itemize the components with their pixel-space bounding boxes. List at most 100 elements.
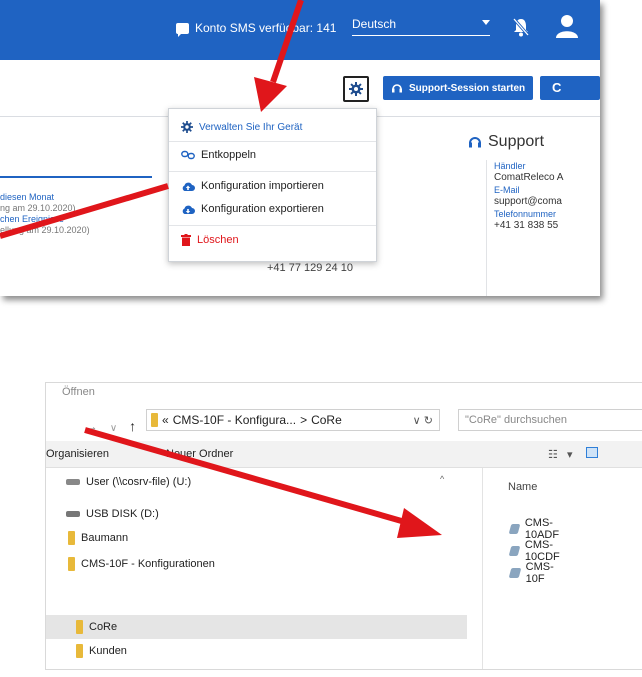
pane-divider[interactable] (482, 468, 483, 669)
top-bar: Konto SMS verfügbar: 141 Deutsch (0, 0, 600, 60)
tree-item-label: Baumann (81, 532, 129, 544)
cloud-upload-icon (182, 182, 195, 191)
headset-icon (392, 84, 402, 93)
user-icon[interactable] (556, 14, 578, 38)
breadcrumb-prefix: « (162, 413, 169, 427)
network-drive-icon (66, 479, 80, 485)
dialog-title: Öffnen (62, 386, 95, 398)
support-session-label: Support-Session starten (409, 82, 526, 94)
tree-item-usb-disk[interactable]: USB DISK (D:) (66, 503, 159, 525)
dialog-toolbar: Organisieren Neuer Ordner ☷ ▾ (46, 441, 642, 468)
file-name: CMS-10CDF (524, 539, 560, 563)
events-link[interactable]: chen Ereignisse (0, 214, 90, 225)
dealer-value: ComatReleco A (494, 172, 564, 183)
device-phone-number: +41 77 129 24 10 (267, 262, 353, 274)
gear-icon (349, 82, 363, 96)
new-folder-button[interactable]: Neuer Ordner (166, 448, 233, 460)
menu-item-label: Verwalten Sie Ihr Gerät (199, 121, 303, 133)
menu-divider (169, 171, 376, 172)
folder-icon (76, 620, 83, 634)
email-value: support@coma (494, 196, 562, 207)
settings-dropdown-menu: Verwalten Sie Ihr Gerät Entkoppeln Konfi… (168, 108, 377, 262)
support-session-button[interactable]: Support-Session starten (383, 76, 533, 100)
breadcrumb-separator: > (300, 413, 308, 427)
address-bar[interactable]: « CMS-10F - Konfigura... > CoRe ∨ ↻ (146, 409, 440, 431)
file-icon (508, 524, 521, 534)
tree-item-baumann[interactable]: Baumann (68, 527, 128, 549)
message-icon (176, 22, 189, 37)
scroll-up-icon[interactable]: ^ (440, 474, 444, 484)
forward-arrow-icon[interactable]: → (84, 418, 98, 434)
tree-item-label: CoRe (89, 621, 118, 633)
file-item[interactable]: CMS-10CDF (508, 539, 565, 563)
file-name: CMS-10F (525, 561, 554, 585)
address-controls: ∨ ↻ (413, 414, 433, 427)
file-item[interactable]: CMS-10ADF (508, 517, 564, 541)
breadcrumb-item[interactable]: CoRe (311, 413, 342, 427)
settings-button[interactable] (343, 76, 369, 102)
update-note-2: ellung am 29.10.2020) (0, 225, 90, 235)
language-value: Deutsch (352, 17, 397, 31)
up-arrow-icon[interactable]: ↑ (129, 418, 136, 434)
tree-item-cms-config[interactable]: CMS-10F - Konfigurationen (68, 553, 215, 575)
support-title: Support (488, 133, 545, 150)
chevron-down-icon[interactable]: ∨ (413, 415, 421, 427)
event-summary: diesen Monat ng am 29.10.2020) chen Erei… (0, 192, 90, 236)
organize-button[interactable]: Organisieren (46, 448, 109, 460)
tree-item-label: Kunden (89, 645, 127, 657)
this-month-link[interactable]: diesen Monat (0, 192, 90, 203)
sms-label: Konto SMS verfügbar: 141 (195, 21, 337, 35)
column-divider (486, 160, 487, 296)
menu-item-delete[interactable]: Löschen (181, 234, 239, 246)
language-select[interactable]: Deutsch (352, 17, 490, 36)
usb-drive-icon (66, 511, 80, 517)
menu-item-label: Konfiguration exportieren (201, 203, 324, 215)
file-icon (508, 546, 521, 556)
refresh-button[interactable]: C (540, 76, 600, 100)
phone-label: Telefonnummer (494, 209, 557, 219)
tree-item-user-drive[interactable]: User (\\cosrv-file) (U:) (66, 471, 191, 493)
tree-item-label: CMS-10F - Konfigurationen (81, 558, 215, 570)
file-item[interactable]: CMS-10F (508, 561, 558, 585)
update-note: ng am 29.10.2020) (0, 203, 76, 213)
support-heading: Support (468, 133, 544, 151)
bell-off-icon[interactable] (511, 16, 531, 38)
gear-icon (181, 121, 193, 133)
view-list-icon[interactable]: ☷ (548, 449, 558, 461)
folder-tree: ^ User (\\cosrv-file) (U:) USB DISK (D:)… (46, 468, 471, 669)
tab-underline (0, 176, 152, 178)
menu-item-export-config[interactable]: Konfiguration exportieren (181, 203, 324, 215)
menu-divider (169, 225, 376, 226)
folder-icon (68, 557, 75, 571)
headset-icon (469, 137, 481, 148)
phone-value: +41 31 838 55 (494, 220, 559, 231)
menu-item-import-config[interactable]: Konfiguration importieren (181, 180, 324, 192)
sms-account-status: Konto SMS verfügbar: 141 (176, 21, 337, 37)
trash-icon (181, 234, 191, 246)
search-input[interactable]: "CoRe" durchsuchen (458, 409, 642, 431)
unlink-icon (181, 150, 195, 160)
support-contact-info: Händler ComatReleco A E-Mail support@com… (494, 160, 563, 232)
file-icon (508, 568, 521, 578)
tree-item-kunden[interactable]: Kunden (76, 640, 127, 662)
menu-divider (169, 141, 376, 142)
refresh-icon[interactable]: ↻ (424, 415, 433, 427)
folder-icon (151, 413, 158, 427)
folder-icon (68, 531, 75, 545)
tree-item-label: USB DISK (D:) (86, 508, 159, 520)
device-web-panel: Konto SMS verfügbar: 141 Deutsch Support… (0, 0, 600, 296)
tree-item-core[interactable]: CoRe (76, 616, 117, 638)
chevron-down-icon[interactable]: ▾ (567, 449, 573, 461)
folder-icon (76, 644, 83, 658)
menu-item-manage-device[interactable]: Verwalten Sie Ihr Gerät (181, 121, 302, 133)
column-header-name[interactable]: Name (508, 481, 642, 493)
chevron-down-icon[interactable]: ∨ (110, 423, 117, 434)
file-name: CMS-10ADF (524, 517, 560, 541)
menu-item-label: Löschen (197, 234, 239, 246)
caret-down-icon (482, 20, 490, 25)
menu-item-unlink[interactable]: Entkoppeln (181, 149, 256, 161)
preview-pane-icon[interactable] (585, 447, 598, 458)
nav-buttons: → ∨ ↑ (84, 418, 136, 434)
breadcrumb-item[interactable]: CMS-10F - Konfigura... (173, 413, 296, 427)
email-label: E-Mail (494, 185, 520, 195)
